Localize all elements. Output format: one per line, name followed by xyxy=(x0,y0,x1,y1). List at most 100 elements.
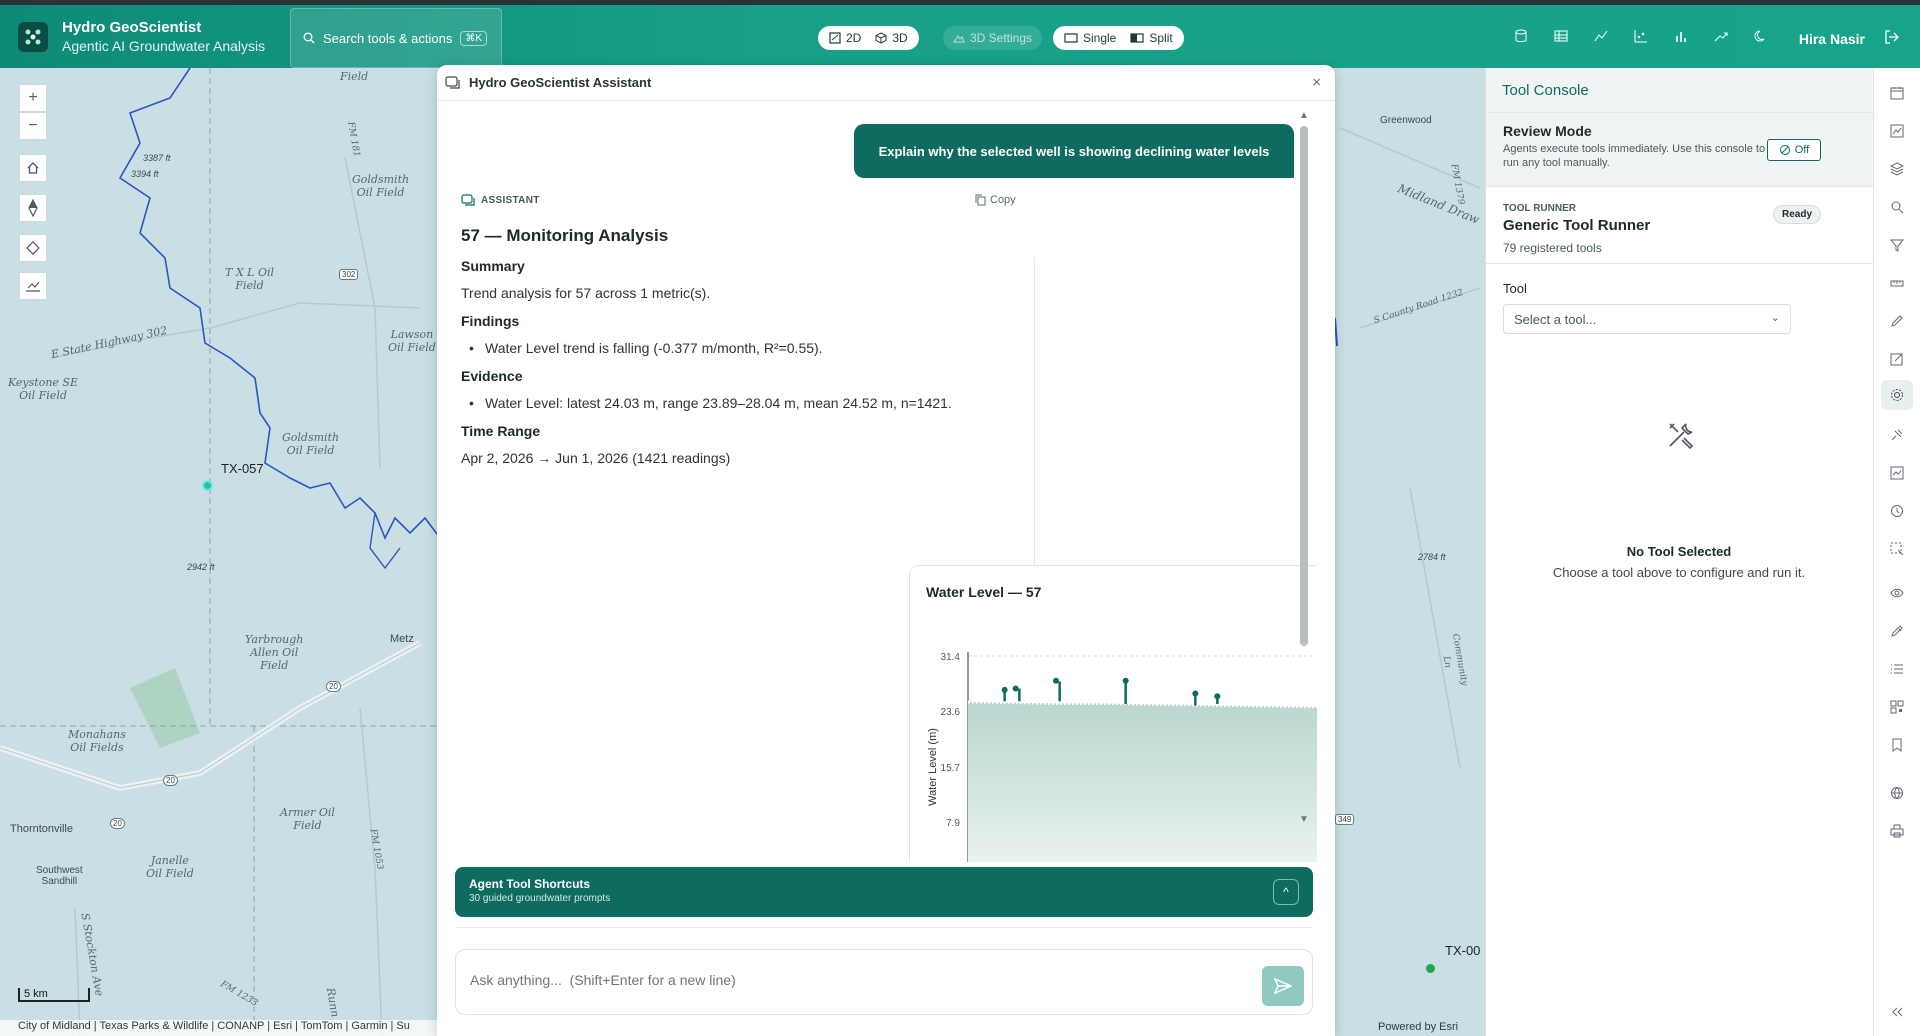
list-icon[interactable] xyxy=(1888,660,1906,678)
tool-select[interactable]: Select a tool... ⌄ xyxy=(1503,304,1791,334)
split-view-button[interactable]: Split xyxy=(1125,28,1177,48)
scatter-icon[interactable] xyxy=(1632,27,1650,45)
split-label: Split xyxy=(1149,31,1173,45)
ruler-icon[interactable] xyxy=(1888,274,1906,292)
time-range-heading: Time Range xyxy=(461,423,541,439)
calendar-icon[interactable] xyxy=(1888,84,1906,102)
clock-icon[interactable] xyxy=(1888,502,1906,520)
line-chart-icon[interactable] xyxy=(1592,27,1610,45)
measure-button[interactable] xyxy=(19,272,47,300)
map-elevation-3394: 3394 ft xyxy=(131,169,159,179)
tools-icon xyxy=(1666,420,1696,455)
globe-icon[interactable] xyxy=(1888,784,1906,802)
empty-state-text: Choose a tool above to configure and run… xyxy=(1552,565,1806,580)
layers-icon[interactable] xyxy=(1888,160,1906,178)
collapse-icon[interactable] xyxy=(1888,1003,1906,1021)
pin-icon[interactable] xyxy=(1888,426,1906,444)
app-root: Field T X L Oil Field Goldsmith Oil Fiel… xyxy=(0,0,1920,1036)
mode-3d-button[interactable]: 3D xyxy=(870,28,912,48)
water-level-point xyxy=(1001,686,1008,693)
copy-label: Copy xyxy=(990,194,1016,206)
app-logo-icon xyxy=(18,21,48,52)
trend-icon[interactable] xyxy=(1712,27,1730,45)
water-level-point xyxy=(1122,677,1129,684)
review-mode-section: Review Mode Agents execute tools immedia… xyxy=(1486,112,1873,186)
home-button[interactable] xyxy=(19,154,47,182)
chart-plot: 07.915.723.631.4Apr 2, 26Apr 8, 26Apr 14… xyxy=(927,652,1317,862)
empty-state-title: No Tool Selected xyxy=(1626,544,1732,559)
tag-icon[interactable] xyxy=(1888,622,1906,640)
select-icon[interactable] xyxy=(1888,540,1906,558)
water-level-point xyxy=(1012,685,1019,692)
eye-icon[interactable] xyxy=(1888,584,1906,602)
zoom-in-button[interactable]: + xyxy=(19,84,47,112)
status-badge: Ready xyxy=(1772,205,1821,224)
bar-chart-icon[interactable] xyxy=(1672,27,1690,45)
send-button[interactable] xyxy=(1262,966,1304,1006)
3d-settings-button[interactable]: 3D Settings xyxy=(943,26,1043,50)
dark-mode-icon[interactable] xyxy=(1752,27,1770,45)
mode-3d-label: 3D xyxy=(892,31,908,45)
print-icon[interactable] xyxy=(1888,822,1906,840)
copy-button[interactable]: Copy xyxy=(975,194,1016,206)
zoom-out-button[interactable]: − xyxy=(19,112,47,140)
single-view-button[interactable]: Single xyxy=(1059,28,1121,48)
edit-icon[interactable] xyxy=(1888,350,1906,368)
water-level-point xyxy=(1053,677,1059,684)
qr-icon[interactable] xyxy=(1888,698,1906,716)
table-icon[interactable] xyxy=(1552,27,1570,45)
close-button[interactable]: × xyxy=(1312,74,1321,91)
summary-text: Trend analysis for 57 across 1 metric(s)… xyxy=(461,285,711,301)
mode-2d-label: 2D xyxy=(846,31,862,45)
agent-tool-shortcuts[interactable]: Agent Tool Shortcuts 30 guided groundwat… xyxy=(455,867,1313,917)
tool-select-value: Select a tool... xyxy=(1514,312,1597,327)
shortcuts-expand-button[interactable]: ^ xyxy=(1273,879,1299,905)
filter-icon[interactable] xyxy=(1888,236,1906,254)
tool-runner-section: TOOL RUNNER Generic Tool Runner 79 regis… xyxy=(1486,186,1873,264)
cube-icon xyxy=(875,32,887,44)
map-2d-icon xyxy=(829,32,841,44)
scrollbar-thumb[interactable] xyxy=(1300,126,1308,646)
assistant-icon xyxy=(461,194,475,206)
water-level-point xyxy=(1214,693,1221,700)
well-marker-tx00[interactable] xyxy=(1426,964,1435,973)
map-label-monahans-oil-fields: Monahans Oil Fields xyxy=(68,728,126,754)
route-shield-20: 20 xyxy=(110,818,125,829)
review-mode-toggle[interactable]: Off xyxy=(1767,139,1821,161)
chat-input-box xyxy=(455,949,1313,1015)
single-view-icon xyxy=(1064,33,1078,43)
user-name[interactable]: Hira Nasir xyxy=(1799,31,1865,47)
assistant-message: ASSISTANT Copy 57 — Monitoring Analysis … xyxy=(461,194,1021,466)
chart-icon[interactable] xyxy=(1888,122,1906,140)
locate-button[interactable] xyxy=(19,234,47,262)
search-tools-button[interactable]: Search tools & actions ⌘K xyxy=(290,8,502,68)
compass-button[interactable] xyxy=(19,194,47,222)
map-label-lawson-oil-field: Lawson Oil Field xyxy=(388,328,436,354)
scroll-down-arrow[interactable]: ▼ xyxy=(1299,814,1309,825)
assistant-tag: ASSISTANT xyxy=(461,194,1021,206)
map-label-goldsmith-oil-field: Goldsmith Oil Field xyxy=(352,173,410,199)
assistant-header: Hydro GeoScientist Assistant xyxy=(437,65,1335,101)
logout-icon[interactable] xyxy=(1884,29,1900,50)
route-shield-302: 302 xyxy=(339,269,359,280)
scroll-up-arrow[interactable]: ▲ xyxy=(1299,110,1309,121)
message-list[interactable]: Explain why the selected well is showing… xyxy=(437,102,1317,862)
well-marker-tx057[interactable] xyxy=(202,480,213,491)
bookmark-icon[interactable] xyxy=(1888,736,1906,754)
measure-icon xyxy=(26,281,40,292)
route-shield-349: 349 xyxy=(1335,814,1355,825)
search-icon[interactable] xyxy=(1888,198,1906,216)
settings-icon[interactable] xyxy=(1881,380,1913,410)
map-label-janelle-oil-field: Janelle Oil Field xyxy=(146,854,194,880)
chat-input[interactable] xyxy=(470,968,1230,992)
shortcuts-subtitle: 30 guided groundwater prompts xyxy=(469,893,611,904)
copy-icon xyxy=(975,194,986,206)
analysis-heading: 57 — Monitoring Analysis xyxy=(461,226,669,245)
database-icon[interactable] xyxy=(1512,27,1530,45)
water-level-area xyxy=(968,701,1317,862)
console-title: Tool Console xyxy=(1486,68,1873,112)
note-icon[interactable] xyxy=(1888,464,1906,482)
mode-2d-button[interactable]: 2D xyxy=(824,28,866,48)
layout-toggle: Single Split xyxy=(1053,26,1184,50)
pen-icon[interactable] xyxy=(1888,312,1906,330)
